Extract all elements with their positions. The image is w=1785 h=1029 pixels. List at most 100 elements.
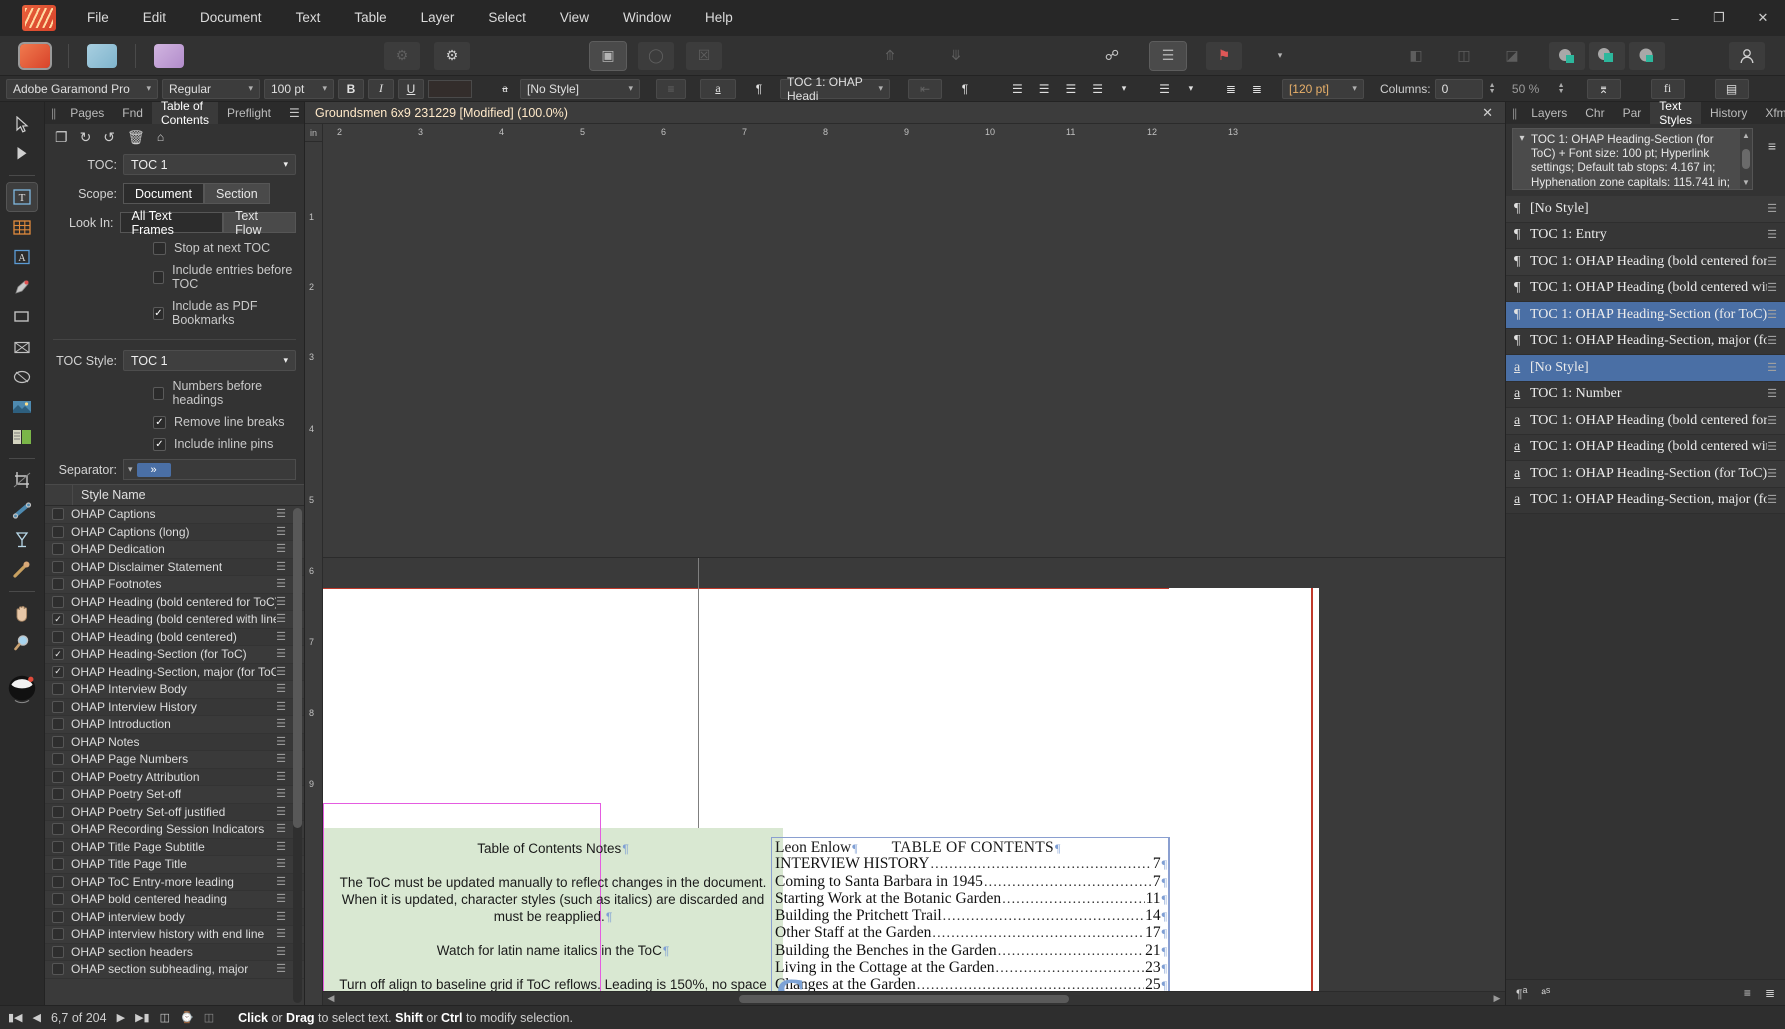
bold-button[interactable]: B xyxy=(338,78,364,99)
tab-text-styles[interactable]: Text Styles xyxy=(1650,99,1701,127)
image-adjust-tool[interactable] xyxy=(7,423,37,451)
separator-input[interactable]: ▾ » xyxy=(123,459,296,480)
style-list-item[interactable]: OHAP Poetry Attribution ☰ xyxy=(45,768,304,786)
style-list-item[interactable]: OHAP Captions (long) ☰ xyxy=(45,523,304,541)
style-list-item[interactable]: OHAP Introduction ☰ xyxy=(45,716,304,734)
text-style-row-menu-icon[interactable]: ☰ xyxy=(1767,468,1777,479)
style-row-menu-icon[interactable]: ☰ xyxy=(276,544,286,555)
publisher-persona-button[interactable] xyxy=(18,41,52,70)
style-row-menu-icon[interactable]: ☰ xyxy=(276,771,286,782)
align-dropdown-caret[interactable]: ▾ xyxy=(1113,79,1135,99)
style-row-menu-icon[interactable]: ☰ xyxy=(276,596,286,607)
table-tool[interactable] xyxy=(7,213,37,241)
remove-line-breaks-checkbox[interactable]: ✓ xyxy=(153,415,166,429)
align-right-icon[interactable]: ◪ xyxy=(1494,42,1530,70)
style-row-menu-icon[interactable]: ☰ xyxy=(276,631,286,642)
style-include-checkbox[interactable]: ✓ xyxy=(52,665,64,678)
bookmark-icon[interactable]: ⚑ xyxy=(1206,41,1242,70)
tab-history[interactable]: History xyxy=(1701,102,1756,124)
style-list[interactable]: OHAP Captions ☰ OHAP Captions (long) ☰ OHAP … xyxy=(45,506,304,1005)
style-list-item[interactable]: OHAP Interview Body ☰ xyxy=(45,681,304,699)
style-row-menu-icon[interactable]: ☰ xyxy=(276,946,286,957)
align-right-text-icon[interactable]: ☰ xyxy=(1060,79,1083,99)
text-color-swatch[interactable] xyxy=(428,79,472,98)
numbers-before-headings-row[interactable]: Numbers before headings xyxy=(153,379,296,407)
ellipse-tool[interactable] xyxy=(7,363,37,391)
move-down-icon[interactable]: ⤋ xyxy=(938,42,974,70)
tab-paragraph[interactable]: Par xyxy=(1614,102,1651,124)
style-list-item[interactable]: OHAP Notes ☰ xyxy=(45,733,304,751)
menu-window[interactable]: Window xyxy=(606,0,688,36)
refresh-icon[interactable]: ↻ xyxy=(80,129,92,146)
toc-entry[interactable]: Coming to Santa Barbara in 1945 ........… xyxy=(775,873,1167,891)
include-entries-before-toc-checkbox[interactable] xyxy=(153,270,165,284)
style-row-menu-icon[interactable]: ☰ xyxy=(276,684,286,695)
text-style-item[interactable]: ¶ TOC 1: OHAP Heading-Section, major (for… xyxy=(1506,328,1785,355)
font-size-select[interactable]: 100 pt ▾ xyxy=(264,78,334,99)
pen-tool[interactable] xyxy=(7,273,37,301)
style-include-checkbox[interactable] xyxy=(52,823,64,836)
fill-tool[interactable] xyxy=(7,496,37,524)
text-on-path-icon[interactable]: ▤ xyxy=(1714,78,1749,99)
text-style-item[interactable]: ¶ TOC 1: OHAP Heading (bold centered with… xyxy=(1506,275,1785,302)
photo-persona-button[interactable] xyxy=(154,43,184,68)
style-include-checkbox[interactable] xyxy=(52,543,64,556)
document-setup-icon[interactable]: ▣ xyxy=(589,40,627,71)
font-family-select[interactable]: Adobe Garamond Pro ▾ xyxy=(6,78,158,99)
style-include-checkbox[interactable]: ✓ xyxy=(52,613,64,626)
align-center-h-icon[interactable]: ◫ xyxy=(1446,42,1482,70)
remove-line-breaks-row[interactable]: ✓ Remove line breaks xyxy=(153,415,296,429)
style-row-menu-icon[interactable]: ☰ xyxy=(276,526,286,537)
toc-entry[interactable]: Starting Work at the Botanic Garden ....… xyxy=(775,890,1167,908)
include-inline-pins-checkbox[interactable]: ✓ xyxy=(153,437,166,451)
first-page-icon[interactable]: ▮◀ xyxy=(8,1011,23,1024)
font-style-select[interactable]: Regular ▾ xyxy=(162,78,260,99)
style-row-menu-icon[interactable]: ☰ xyxy=(276,666,286,677)
expand-chevron-icon[interactable]: ▾ xyxy=(1513,129,1531,189)
separator-dropdown-caret[interactable]: ▾ xyxy=(128,464,133,475)
account-avatar-icon[interactable] xyxy=(1729,41,1765,70)
columns-stepper[interactable]: ▲ ▼ xyxy=(1489,82,1496,95)
text-style-item[interactable]: ¶ TOC 1: Entry ☰ xyxy=(1506,222,1785,249)
text-style-item[interactable]: a TOC 1: OHAP Heading-Section (for ToC) N… xyxy=(1506,461,1785,488)
tab-preflight[interactable]: Preflight xyxy=(218,102,280,124)
look-in-option-all-text-frames[interactable]: All Text Frames xyxy=(119,209,224,237)
text-style-item[interactable]: a TOC 1: Number ☰ xyxy=(1506,381,1785,408)
style-include-checkbox[interactable] xyxy=(52,928,64,941)
toc-entry[interactable]: Living in the Cottage at the Garden ....… xyxy=(775,959,1167,977)
menu-document[interactable]: Document xyxy=(183,0,279,36)
menu-edit[interactable]: Edit xyxy=(126,0,183,36)
style-include-checkbox[interactable] xyxy=(52,945,64,958)
settings-gear-icon[interactable]: ⚙ xyxy=(434,41,470,70)
pan-tool[interactable] xyxy=(7,599,37,627)
indent-icon[interactable]: ⇤ xyxy=(908,78,942,99)
style-row-menu-icon[interactable]: ☰ xyxy=(276,561,286,572)
style-row-menu-icon[interactable]: ☰ xyxy=(276,929,286,940)
style-include-checkbox[interactable] xyxy=(52,508,64,521)
merge-selection-icon[interactable] xyxy=(1589,41,1625,70)
group-styles-icon[interactable]: ≡ xyxy=(1744,986,1751,1000)
style-row-menu-icon[interactable]: ☰ xyxy=(276,894,286,905)
maximize-button[interactable]: ❐ xyxy=(1697,0,1741,36)
drop-cap-icon[interactable]: a xyxy=(700,78,736,99)
tab-pages[interactable]: Pages xyxy=(61,102,113,124)
style-include-checkbox[interactable] xyxy=(52,560,64,573)
style-row-menu-icon[interactable]: ☰ xyxy=(276,806,286,817)
style-row-menu-icon[interactable]: ☰ xyxy=(276,824,286,835)
style-include-checkbox[interactable] xyxy=(52,595,64,608)
text-direction-caret[interactable]: ▾ xyxy=(1180,79,1202,99)
include-inline-pins-row[interactable]: ✓ Include inline pins xyxy=(153,437,296,451)
style-include-checkbox[interactable] xyxy=(52,858,64,871)
stop-at-next-toc-checkbox[interactable] xyxy=(153,241,166,255)
scroll-left-arrow[interactable]: ◀ xyxy=(323,993,339,1004)
style-row-menu-icon[interactable]: ☰ xyxy=(276,736,286,747)
text-style-row-menu-icon[interactable]: ☰ xyxy=(1767,442,1777,453)
menu-help[interactable]: Help xyxy=(688,0,750,36)
numbered-list-icon[interactable]: ≣ xyxy=(1246,79,1268,99)
paragraph-marks-icon[interactable]: ¶ xyxy=(954,79,976,99)
horizontal-ruler[interactable]: 2 3 4 5 6 7 8 9 10 11 12 13 xyxy=(323,124,1505,558)
numbers-before-headings-checkbox[interactable] xyxy=(153,386,165,400)
bookmark-dropdown-caret[interactable]: ▾ xyxy=(1262,42,1298,70)
style-list-item[interactable]: OHAP Title Page Title ☰ xyxy=(45,856,304,874)
place-image-tool[interactable] xyxy=(7,393,37,421)
